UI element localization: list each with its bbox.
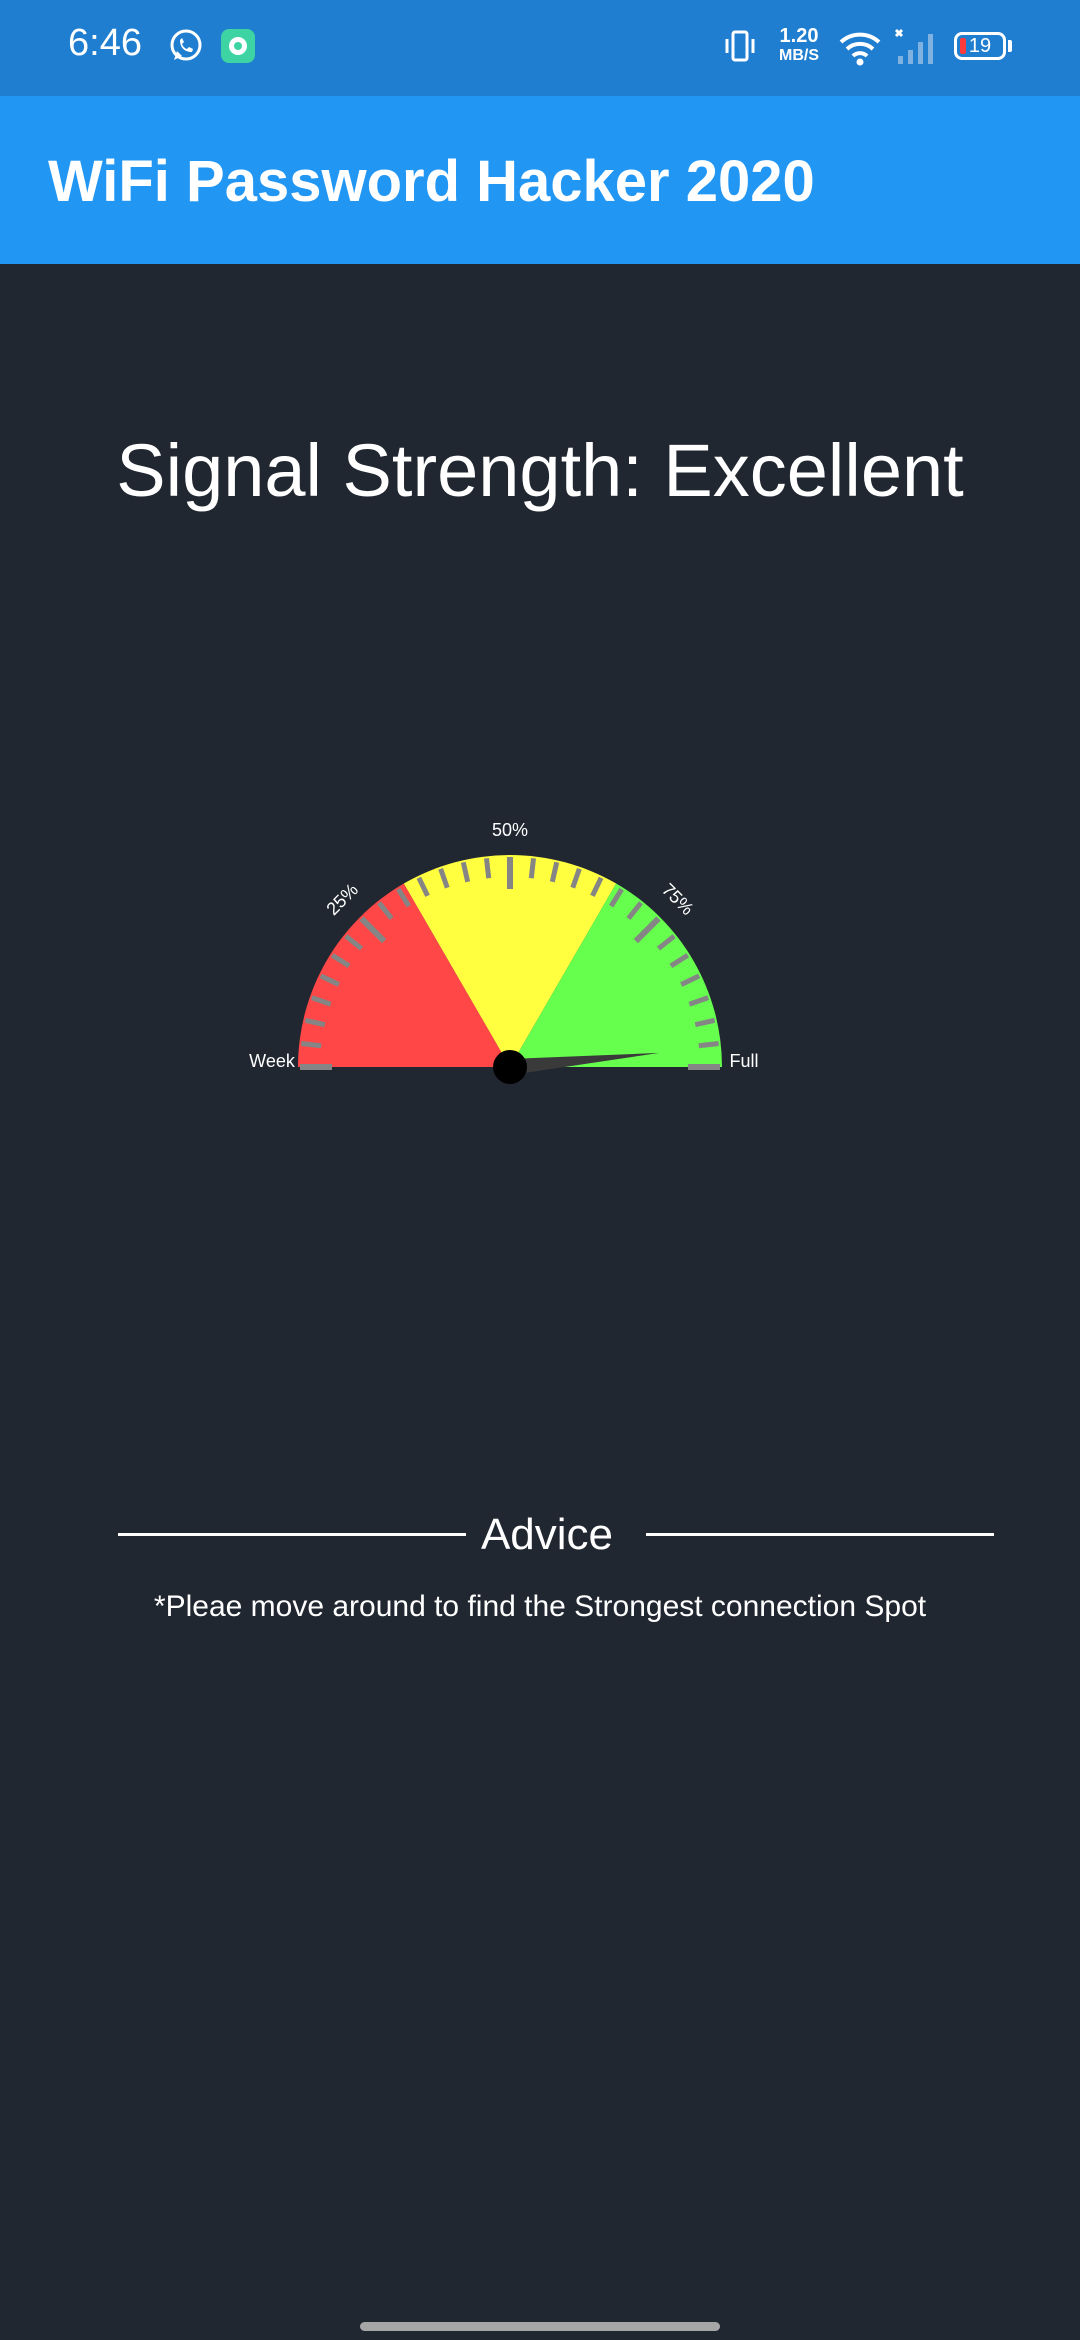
battery-level: 19 (968, 35, 992, 57)
home-indicator[interactable] (360, 2322, 720, 2331)
app-bar: WiFi Password Hacker 2020 (0, 96, 1080, 264)
network-speed-value: 1.20 (779, 25, 819, 47)
status-bar: 6:46 1.20 MB/S 19 (0, 0, 1080, 96)
signal-strength-heading: Signal Strength: Excellent (116, 429, 964, 512)
status-time: 6:46 (68, 22, 142, 64)
whatsapp-icon (170, 29, 202, 61)
wifi-icon (839, 32, 881, 66)
app-notification-icon (221, 29, 255, 63)
gauge-label-25: 25% (322, 879, 362, 919)
battery-icon: 19 (954, 32, 1006, 60)
battery-tip (1008, 40, 1012, 52)
gauge-label-75: 75% (658, 879, 698, 919)
advice-text: *Pleae move around to find the Strongest… (153, 1590, 927, 1623)
signal-gauge: Week 25% 50% 75% Full (249, 820, 759, 1084)
gauge-hub (493, 1050, 527, 1084)
advice-title: Advice (480, 1510, 614, 1559)
vibrate-icon (725, 30, 755, 62)
gauge-label-min: Week (249, 1051, 296, 1071)
gauge-label-max: Full (729, 1051, 758, 1071)
signal-icon (894, 28, 933, 64)
gauge-tick (301, 1041, 322, 1049)
network-speed-unit: MB/S (779, 47, 819, 64)
gauge-label-50: 50% (492, 820, 528, 840)
gauge-tick (484, 858, 492, 879)
gauge-tick (698, 1041, 719, 1049)
gauge-tick (528, 858, 536, 879)
network-speed: 1.20 MB/S (774, 26, 824, 66)
app-title: WiFi Password Hacker 2020 (48, 149, 815, 214)
